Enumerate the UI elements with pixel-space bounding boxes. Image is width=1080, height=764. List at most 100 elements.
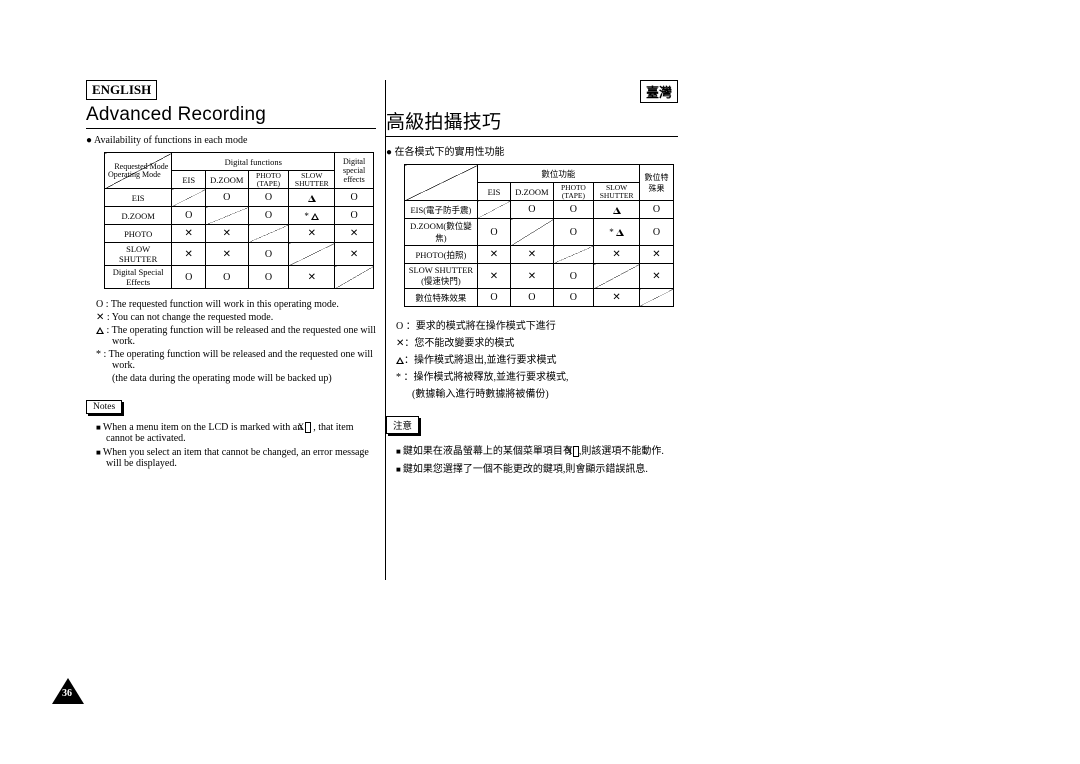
table-cell — [289, 189, 335, 207]
row-header: EIS(電子防手震) — [405, 201, 478, 219]
notes-heading-left: Notes — [86, 400, 122, 414]
right-column: 臺灣 高級拍攝技巧 在各模式下的實用性功能 數位功能 數位特殊果 EIS D.Z… — [386, 80, 678, 724]
table-cell: O — [553, 201, 594, 219]
section-heading-right: 在各模式下的實用性功能 — [386, 143, 678, 158]
note-item: When you select an item that cannot be c… — [92, 447, 376, 469]
table-cell — [172, 189, 206, 207]
table-cell — [248, 225, 289, 243]
table-cell: ✕ — [289, 225, 335, 243]
table-row: D.ZOOMOO* O — [105, 207, 374, 225]
table-cell — [553, 246, 594, 264]
table-cell: O — [248, 207, 289, 225]
legend-star-sub: (the data during the operating mode will… — [86, 373, 376, 384]
left-column: ENGLISH Advanced Recording Availability … — [86, 80, 376, 724]
table-cell: O — [639, 201, 673, 219]
table-cell: O — [639, 219, 673, 246]
table-cell: ✕ — [477, 246, 510, 264]
table-cell: O — [248, 243, 289, 266]
row-header: Digital Special Effects — [105, 266, 172, 289]
table-cell: O — [206, 189, 248, 207]
table-cell: O — [511, 289, 553, 307]
table-row: D.ZOOM(數位變焦)OO* O — [405, 219, 674, 246]
col-slowshutter: SLOW SHUTTER — [289, 171, 335, 189]
diag-header-operating: Operating Mode — [108, 171, 168, 179]
col-photo: PHOTO (TAPE) — [248, 171, 289, 189]
legend-tri-r: ：操作模式將退出,並進行要求模式 — [386, 351, 678, 366]
table-cell: O — [248, 189, 289, 207]
legend-o-r: O ：要求的模式將在操作模式下進行 — [386, 317, 678, 332]
table-cell — [594, 264, 640, 289]
table-row: EIS(電子防手震)OOO — [405, 201, 674, 219]
row-header: SLOW SHUTTER (慢速快門) — [405, 264, 478, 289]
row-header: EIS — [105, 189, 172, 207]
title-left: Advanced Recording — [86, 104, 266, 128]
table-cell: ✕ — [335, 243, 374, 266]
title-right: 高級拍攝技巧 — [386, 107, 501, 136]
table-row: EISOOO — [105, 189, 374, 207]
table-cell: O — [335, 207, 374, 225]
table-cell — [511, 219, 553, 246]
note-item: When a menu item on the LCD is marked wi… — [92, 422, 376, 444]
table-cell: O — [553, 219, 594, 246]
col-eis-r: EIS — [477, 183, 510, 201]
table-row: Digital Special EffectsOOO✕ — [105, 266, 374, 289]
table-cell — [206, 207, 248, 225]
header-digital-functions: Digital functions — [172, 153, 335, 171]
table-cell — [639, 289, 673, 307]
language-badge-taiwan: 臺灣 — [640, 80, 678, 103]
table-cell — [289, 243, 335, 266]
note-item: 鍵如果您選擇了一個不能更改的鍵項,則會顯示錯誤訊息. — [392, 460, 678, 475]
table-cell: * — [289, 207, 335, 225]
table-row: PHOTO(拍照)✕✕✕✕ — [405, 246, 674, 264]
section-heading-left: Availability of functions in each mode — [86, 135, 376, 146]
table-cell: O — [511, 201, 553, 219]
table-cell: ✕ — [335, 225, 374, 243]
col-dzoom: D.ZOOM — [206, 171, 248, 189]
table-row: 數位特殊效果OOO✕ — [405, 289, 674, 307]
legend-left: O : The requested function will work in … — [86, 299, 376, 384]
col-eis: EIS — [172, 171, 206, 189]
table-cell: ✕ — [206, 225, 248, 243]
table-cell: O — [335, 189, 374, 207]
table-cell: ✕ — [206, 243, 248, 266]
table-cell: O — [206, 266, 248, 289]
table-cell: O — [477, 219, 510, 246]
table-cell: ✕ — [172, 243, 206, 266]
header-digital-functions-r: 數位功能 — [477, 165, 639, 183]
row-header: SLOW SHUTTER — [105, 243, 172, 266]
legend-x-r: ✕：您不能改變要求的模式 — [386, 334, 678, 349]
table-cell — [594, 201, 640, 219]
legend-right: O ：要求的模式將在操作模式下進行 ✕：您不能改變要求的模式 ：操作模式將退出,… — [386, 317, 678, 400]
notes-list-left: When a menu item on the LCD is marked wi… — [92, 422, 376, 469]
legend-tri: : The operating function will be release… — [86, 325, 376, 347]
table-cell: ✕ — [289, 266, 335, 289]
availability-table-left: Requested Mode Operating Mode Digital fu… — [104, 152, 374, 289]
table-cell: ✕ — [511, 246, 553, 264]
legend-star-sub-r: (數據輸入進行時數據將被備份) — [386, 385, 678, 400]
header-dse-r: 數位特殊果 — [639, 165, 673, 201]
note-item: 鍵如果在液晶螢幕上的某個菜單項目有X,則該選項不能動作. — [392, 442, 678, 457]
notes-heading-right: 注意 — [386, 416, 419, 434]
language-badge-english: ENGLISH — [86, 80, 157, 100]
col-dzoom-r: D.ZOOM — [511, 183, 553, 201]
table-cell: O — [553, 264, 594, 289]
legend-x: ✕ : You can not change the requested mod… — [86, 312, 376, 323]
table-cell: O — [172, 207, 206, 225]
row-header: D.ZOOM(數位變焦) — [405, 219, 478, 246]
header-dse: Digital special effects — [335, 153, 374, 189]
table-cell: ✕ — [639, 246, 673, 264]
table-cell: O — [248, 266, 289, 289]
table-cell — [335, 266, 374, 289]
table-cell: * — [594, 219, 640, 246]
col-slowshutter-r: SLOW SHUTTER — [594, 183, 640, 201]
table-cell: ✕ — [639, 264, 673, 289]
table-row: PHOTO✕✕✕✕ — [105, 225, 374, 243]
row-header: D.ZOOM — [105, 207, 172, 225]
table-cell: ✕ — [477, 264, 510, 289]
availability-table-right: 數位功能 數位特殊果 EIS D.ZOOM PHOTO (TAPE) SLOW … — [404, 164, 674, 307]
legend-star-r: * ：操作模式將被釋放,並進行要求模式, — [386, 368, 678, 383]
table-row: SLOW SHUTTER✕✕O✕ — [105, 243, 374, 266]
x-box-icon: X — [305, 422, 311, 433]
table-cell: ✕ — [511, 264, 553, 289]
table-cell: O — [553, 289, 594, 307]
